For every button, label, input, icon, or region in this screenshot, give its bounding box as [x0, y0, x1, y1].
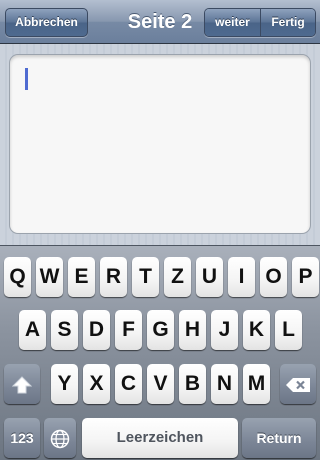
- key-p[interactable]: P: [292, 257, 319, 297]
- key-j[interactable]: J: [211, 310, 238, 350]
- delete-key[interactable]: [280, 364, 316, 404]
- text-editor[interactable]: [9, 54, 311, 234]
- key-s[interactable]: S: [51, 310, 78, 350]
- key-f[interactable]: F: [115, 310, 142, 350]
- key-r[interactable]: R: [100, 257, 127, 297]
- key-w[interactable]: W: [36, 257, 63, 297]
- key-g[interactable]: G: [147, 310, 174, 350]
- next-button[interactable]: weiter: [205, 9, 261, 36]
- key-c[interactable]: C: [115, 364, 142, 404]
- text-cursor: [25, 68, 28, 90]
- key-x[interactable]: X: [83, 364, 110, 404]
- key-e[interactable]: E: [68, 257, 95, 297]
- return-key[interactable]: Return: [242, 418, 316, 458]
- page-title: Seite 2: [127, 11, 193, 33]
- numbers-key[interactable]: 123: [4, 418, 40, 458]
- globe-key[interactable]: [44, 418, 76, 458]
- key-d[interactable]: D: [83, 310, 110, 350]
- shift-key[interactable]: [4, 364, 40, 404]
- backspace-icon: [286, 378, 310, 393]
- space-key[interactable]: Leerzeichen: [82, 418, 238, 458]
- key-l[interactable]: L: [275, 310, 302, 350]
- keyboard: QWERTZUIOP ASDFGHJKL YXCVBNM 123 Leerzei…: [0, 245, 320, 460]
- key-i[interactable]: I: [228, 257, 255, 297]
- globe-icon: [50, 430, 70, 449]
- key-k[interactable]: K: [243, 310, 270, 350]
- key-z[interactable]: Z: [164, 257, 191, 297]
- key-q[interactable]: Q: [4, 257, 31, 297]
- key-b[interactable]: B: [179, 364, 206, 404]
- key-h[interactable]: H: [179, 310, 206, 350]
- key-t[interactable]: T: [132, 257, 159, 297]
- cancel-button[interactable]: Abbrechen: [5, 8, 88, 37]
- key-a[interactable]: A: [19, 310, 46, 350]
- key-v[interactable]: V: [147, 364, 174, 404]
- done-button[interactable]: Fertig: [261, 9, 315, 36]
- key-n[interactable]: N: [211, 364, 238, 404]
- key-y[interactable]: Y: [51, 364, 78, 404]
- key-m[interactable]: M: [243, 364, 270, 404]
- key-o[interactable]: O: [260, 257, 287, 297]
- navigation-bar: Abbrechen Seite 2 weiter Fertig: [0, 0, 320, 44]
- navigation-segmented-control: weiter Fertig: [204, 8, 316, 37]
- shift-arrow-icon: [12, 376, 32, 394]
- key-u[interactable]: U: [196, 257, 223, 297]
